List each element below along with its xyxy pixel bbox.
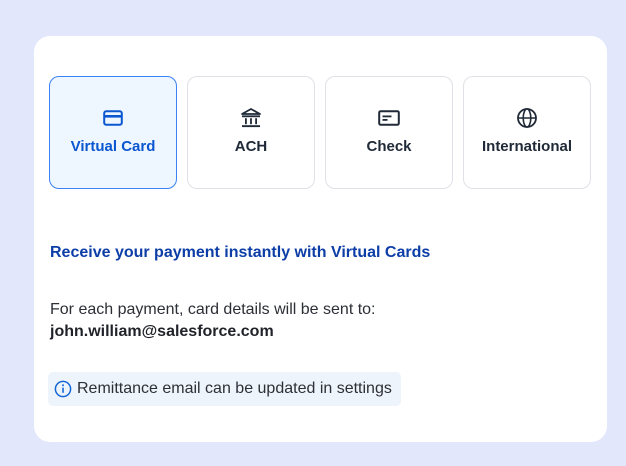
method-ach-option[interactable]: ACH [187,76,315,189]
remittance-email: john.william@salesforce.com [50,323,274,340]
section-headline: Receive your payment instantly with Virt… [50,244,431,261]
method-label: ACH [234,138,268,155]
method-label: Virtual Card [70,138,156,155]
check-icon [377,106,401,130]
info-icon [54,380,72,398]
method-international-option[interactable]: International [463,76,591,189]
method-label: International [481,138,572,155]
credit-card-icon [101,106,125,130]
delivery-description: For each payment, card details will be s… [50,301,376,318]
method-check-option[interactable]: Check [325,76,453,189]
method-virtual-card-option[interactable]: Virtual Card [49,76,177,189]
info-notice: Remittance email can be updated in setti… [48,372,401,406]
payment-method-card: Virtual Card ACH Check International Rec… [34,36,607,442]
payment-method-selector: Virtual Card ACH Check International [49,76,591,189]
globe-icon [515,106,539,130]
bank-icon [239,106,263,130]
method-label: Check [366,138,412,155]
notice-text: Remittance email can be updated in setti… [77,380,392,397]
